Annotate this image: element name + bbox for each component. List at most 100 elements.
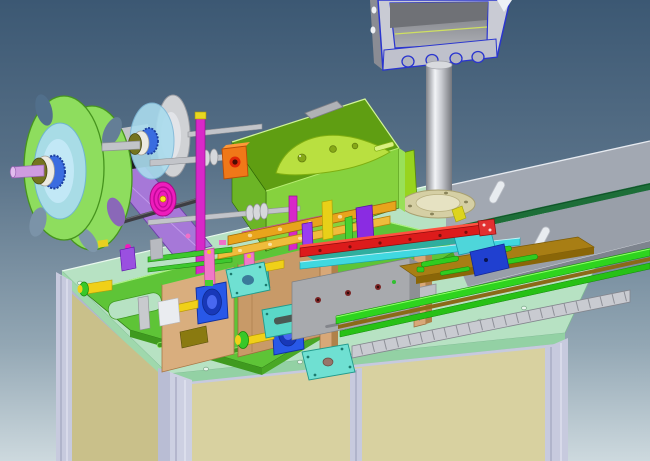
shaft-bearing-group [148,142,300,225]
gearbox-right [399,148,405,212]
magenta-column-1 [196,118,205,306]
hmi-monitor-pole [370,0,512,218]
reel-assembly-small [102,95,262,216]
roller-groove [154,187,172,211]
hub-center-small [132,142,137,147]
pusher-bar-holes [318,231,467,252]
shaft-a [150,154,228,166]
pulley-shaft [170,300,198,314]
pole-flange-inner [416,195,460,212]
guide-rod-1 [148,247,232,262]
plate-screw [265,284,268,287]
conveyor [446,141,650,294]
magenta-knob [125,244,131,250]
guide-rail-ribs [360,291,627,354]
cam-hole [298,154,306,162]
shaft-collar [260,203,268,219]
white-block [158,298,180,326]
film-roll-center [42,139,74,203]
disc-gray [156,95,190,177]
carry-handle [305,101,343,119]
shaft-flange [162,301,173,318]
bar-slot [377,286,403,295]
panel-divider [350,368,362,461]
motor-led [107,169,110,172]
cyan-strip [300,238,520,269]
reel-assembly-large [10,92,212,256]
rail-highlight [336,249,650,317]
shaft-collar [210,149,218,165]
machine-render [0,0,650,461]
edge-bracket-plate [302,344,355,380]
monitor-button-band [383,39,497,70]
pulley-housing [272,313,304,355]
conveyor-slot [533,226,551,251]
hub-ring [36,156,55,186]
shaft-tip [10,167,16,178]
blue-wedge [470,244,509,276]
tension-rod [86,200,198,232]
shaft-tip [159,304,165,314]
monitor-side-hole [372,7,377,14]
guide-rod-2 [148,258,232,272]
flange-cutout [26,205,49,238]
conveyor-front-face [468,241,650,294]
teal-plate [303,232,484,262]
monitor-button-3[interactable] [450,53,462,64]
tan-column-2-side [426,231,432,324]
monitor-buttons[interactable] [402,52,484,68]
subplate-highlight [84,218,470,292]
conveyor-plate-upstream [446,141,650,228]
baseplate-front-face [168,333,565,384]
pink-knob [186,234,191,239]
hub-center [35,168,41,174]
yellow-cylinder [86,280,112,294]
small-parts [78,234,285,349]
support-columns [195,112,297,306]
hub-face [31,158,47,184]
pusher-bar-top [300,221,490,248]
conveyor-front-edge [468,241,650,287]
cyan-plate [262,302,308,338]
yellow-roller [252,260,284,274]
pink-rail [242,214,330,238]
monitor-button-1[interactable] [402,56,414,67]
slide-tip [205,280,213,286]
olive-plate [400,237,594,284]
gearbox-front-highlight [266,148,399,191]
top-slot [374,141,395,151]
monitor-button-4[interactable] [472,52,484,63]
baseplate-edge-highlight [62,183,612,271]
yellow-actuator [322,200,333,240]
green-rail-upper [336,248,650,324]
tan-plate-edge [238,242,330,264]
post-front-left-side [158,368,170,461]
shaft-tip [235,335,241,345]
slide-unit-row [292,206,594,340]
shaft-b [148,206,300,225]
background [0,0,650,461]
conveyor-rails [336,248,650,337]
front-panel [192,348,545,461]
plate-bore [242,275,254,285]
slide-tip [245,284,253,290]
pole-flange [401,190,475,218]
unit-top [292,258,420,287]
olive-plate-front [416,247,594,284]
green-post [345,216,353,249]
orange-rail-holes [248,209,372,238]
gearbox-left [232,142,266,251]
end-block-screw [483,224,486,227]
ribbed-guide-rail [352,290,630,358]
monitor-button-2[interactable] [426,55,438,66]
monitor-pole [426,62,452,202]
monitor-mount-collar [426,61,452,69]
bracket-screw [349,366,352,369]
conveyor-belt [446,183,650,235]
plate-screw [259,266,262,269]
unit-vent [325,323,339,329]
flange-bolts [408,192,468,216]
unit-right [410,258,420,321]
plate-screw [299,305,302,308]
rail-spacer [338,257,650,329]
